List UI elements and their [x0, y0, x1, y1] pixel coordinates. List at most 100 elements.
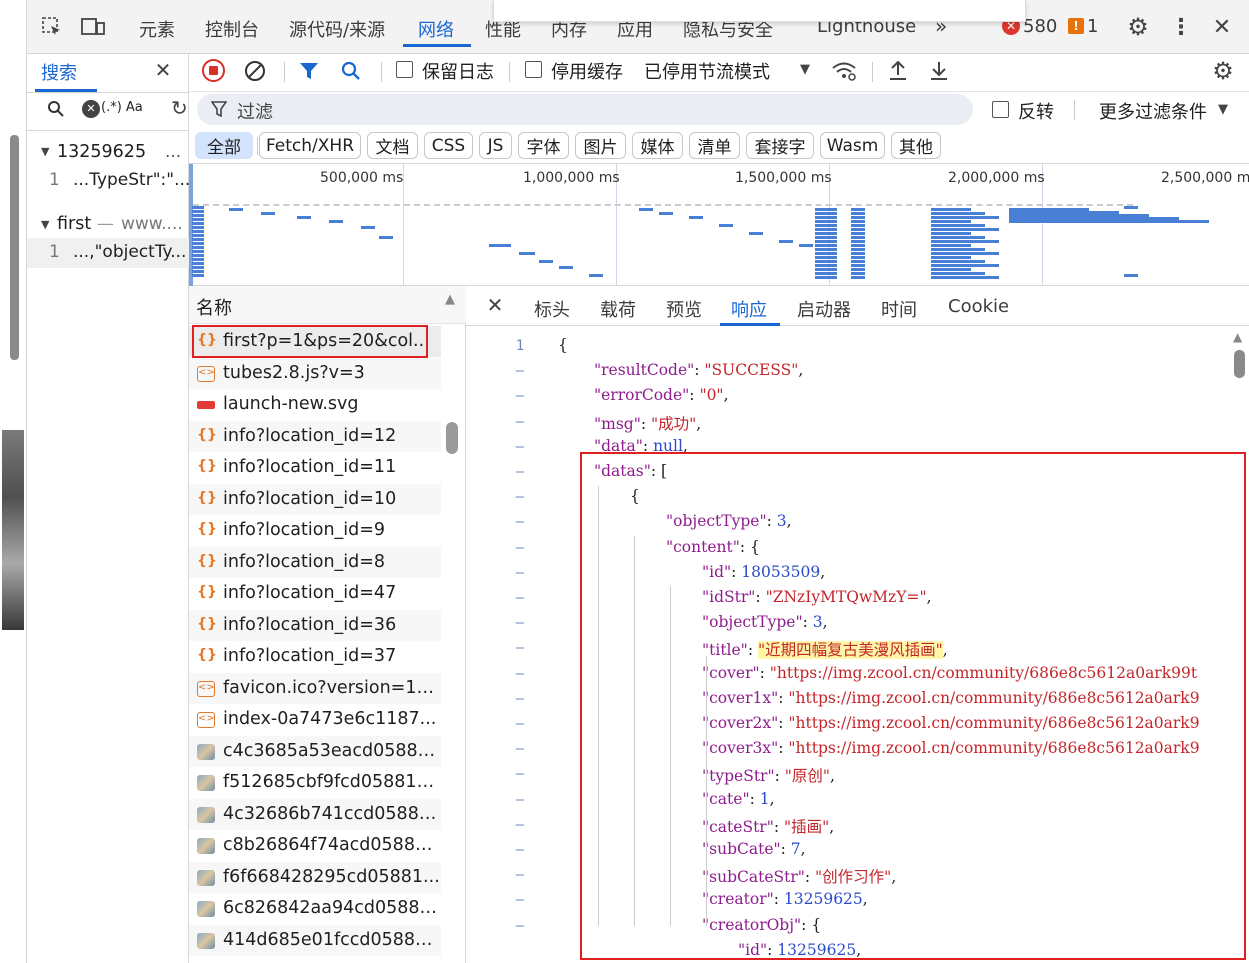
sort-up-icon[interactable]: ▲: [445, 292, 455, 307]
close-detail-icon[interactable]: ✕: [484, 293, 506, 317]
line-number: –: [515, 363, 525, 380]
request-row[interactable]: {} first?p=1&ps=20&col...: [189, 326, 441, 357]
throttling-dropdown-icon[interactable]: ▼: [800, 62, 810, 77]
waterfall-bar: [851, 272, 865, 275]
request-row[interactable]: {} info?location_id=11: [189, 452, 441, 483]
type-filter-chip[interactable]: JS: [479, 132, 512, 159]
record-stop-icon[interactable]: [202, 59, 225, 82]
more-filters-dropdown-icon[interactable]: ▼: [1218, 102, 1228, 117]
detail-tab[interactable]: 标头: [534, 296, 570, 322]
type-filter-chip[interactable]: 媒体: [632, 132, 683, 159]
scrollbar-thumb[interactable]: [1234, 350, 1245, 378]
clear-search-icon[interactable]: ✕: [82, 100, 100, 118]
panel-tab[interactable]: 源代码/来源: [289, 16, 385, 42]
request-row[interactable]: 4c32686b741ccd05881...: [189, 798, 441, 830]
active-tab-underline: [403, 44, 471, 47]
search-result-file[interactable]: first: [57, 214, 91, 234]
panel-tab[interactable]: 控制台: [205, 16, 259, 42]
type-filter-chip[interactable]: 文档: [367, 132, 418, 159]
warning-count[interactable]: 1: [1087, 16, 1098, 37]
json-punct: ,: [800, 840, 806, 858]
filter-funnel-icon[interactable]: [297, 59, 321, 83]
type-filter-chip[interactable]: 字体: [518, 132, 569, 159]
detail-tab[interactable]: 预览: [666, 296, 702, 322]
search-result-snippet[interactable]: ...,"objectTy...: [73, 242, 186, 262]
request-row[interactable]: 6c826842aa94cd05881...: [189, 893, 441, 924]
close-devtools-icon[interactable]: ✕: [1209, 14, 1235, 40]
detail-tab[interactable]: 载荷: [600, 296, 636, 322]
response-scrollbar[interactable]: ▲: [1232, 330, 1247, 963]
more-filters-button[interactable]: 更多过滤条件: [1099, 98, 1207, 124]
settings-gear-icon[interactable]: ⚙: [1125, 13, 1151, 41]
request-row[interactable]: {} info?location_id=36: [189, 609, 441, 641]
waterfall-bar: [192, 270, 204, 273]
search-result-file[interactable]: 13259625: [57, 142, 146, 162]
request-row[interactable]: 414d685e01fccd05881...: [189, 924, 441, 956]
detail-tab[interactable]: Cookie: [948, 296, 1009, 317]
close-search-icon[interactable]: ✕: [151, 58, 175, 82]
waterfall-bar: [261, 212, 275, 215]
divider: [872, 62, 873, 82]
request-row[interactable]: {} info?location_id=10: [189, 483, 441, 515]
request-row[interactable]: f6f668428295cd05881...: [189, 861, 441, 893]
json-value: "https://img.zcool.cn/community/686e8c56…: [788, 714, 1200, 732]
waterfall-bar: [851, 252, 865, 255]
detail-tab[interactable]: 启动器: [797, 296, 851, 322]
request-row[interactable]: {} info?location_id=47: [189, 578, 441, 609]
request-list-scrollbar[interactable]: [446, 422, 458, 454]
detail-tab[interactable]: 时间: [881, 296, 917, 322]
search-panel-title[interactable]: 搜索: [41, 59, 77, 85]
request-row[interactable]: <> tubes2.8.js?v=3: [189, 357, 441, 389]
type-filter-chip[interactable]: CSS: [424, 132, 473, 159]
error-count[interactable]: 580: [1023, 16, 1057, 37]
network-settings-icon[interactable]: ⚙: [1208, 56, 1238, 86]
filter-input[interactable]: 过滤: [197, 94, 973, 125]
left-scrollbar[interactable]: [10, 135, 19, 360]
request-row[interactable]: c8b26864f74acd05881...: [189, 830, 441, 861]
timeline-tick: 1,000,000 ms: [523, 170, 620, 186]
expand-triangle-icon[interactable]: ▼: [41, 145, 49, 158]
type-filter-chip[interactable]: Fetch/XHR: [259, 132, 361, 159]
type-filter-chip[interactable]: 套接字: [746, 132, 814, 159]
request-row[interactable]: <> index-0a7473e6c1187...: [189, 704, 441, 735]
json-value: "SUCCESS": [704, 361, 799, 380]
request-row[interactable]: <> favicon.ico?version=16...: [189, 672, 441, 704]
request-row[interactable]: launch-new.svg: [189, 389, 441, 420]
request-row[interactable]: {} info?location_id=37: [189, 641, 441, 672]
request-row[interactable]: c4c3685a53eacd05881...: [189, 735, 441, 767]
network-conditions-icon[interactable]: [830, 58, 858, 84]
more-options-icon[interactable]: ⋮: [1169, 14, 1193, 40]
warning-icon[interactable]: !: [1068, 18, 1084, 34]
expand-triangle-icon[interactable]: ▼: [41, 218, 49, 231]
type-filter-chip[interactable]: 图片: [575, 132, 626, 159]
refresh-search-icon[interactable]: ↻: [171, 96, 188, 120]
request-name: first?p=1&ps=20&col...: [223, 331, 430, 351]
request-row[interactable]: {} info?location_id=9: [189, 515, 441, 546]
request-row[interactable]: {} info?location_id=8: [189, 546, 441, 578]
invert-checkbox[interactable]: [992, 101, 1009, 118]
type-filter-chip[interactable]: 清单: [689, 132, 740, 159]
import-har-icon[interactable]: [886, 58, 910, 84]
clear-log-icon[interactable]: [243, 59, 267, 83]
name-column-header[interactable]: 名称 ▲: [189, 286, 466, 324]
search-options[interactable]: (.*) Aa: [101, 100, 143, 115]
preserve-log-checkbox[interactable]: [396, 61, 413, 78]
json-value: "成功": [651, 414, 697, 433]
throttling-select[interactable]: 已停用节流模式: [644, 58, 770, 84]
scroll-up-icon[interactable]: ▲: [1233, 330, 1242, 344]
export-har-icon[interactable]: [927, 58, 951, 84]
type-filter-chip[interactable]: 全部: [195, 132, 253, 159]
panel-tab[interactable]: 元素: [139, 16, 175, 42]
type-filter-chip[interactable]: 其他: [891, 132, 941, 159]
detail-tab[interactable]: 响应: [731, 296, 767, 322]
request-name: info?location_id=10: [223, 488, 397, 509]
device-toolbar-icon[interactable]: [79, 14, 107, 40]
search-result-snippet[interactable]: ...TypeStr":"...: [73, 170, 190, 190]
search-network-icon[interactable]: [339, 59, 363, 83]
request-row[interactable]: f512685cbf9fcd058810...: [189, 767, 441, 798]
panel-tab[interactable]: 网络: [418, 16, 454, 42]
disable-cache-checkbox[interactable]: [525, 61, 542, 78]
inspect-element-icon[interactable]: [39, 14, 65, 40]
type-filter-chip[interactable]: Wasm: [820, 132, 885, 159]
request-row[interactable]: {} info?location_id=12: [189, 420, 441, 452]
